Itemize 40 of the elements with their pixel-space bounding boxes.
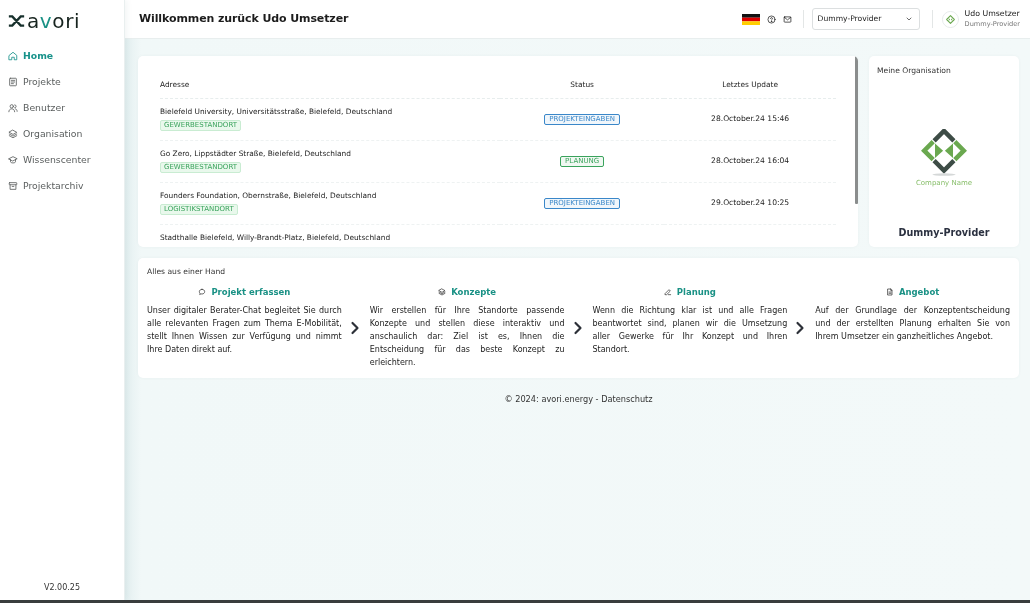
- nav-item[interactable]: Projektarchiv: [0, 173, 124, 199]
- step-title: Planung: [676, 285, 716, 299]
- organization-name: Dummy-Provider: [897, 227, 991, 239]
- german-flag-icon[interactable]: [741, 13, 760, 25]
- step-title: Projekt erfassen: [211, 285, 291, 299]
- document-icon: [885, 288, 894, 296]
- home-icon: [8, 51, 18, 61]
- layers-icon: [438, 288, 447, 296]
- nav-item[interactable]: Home: [0, 43, 124, 69]
- mail-icon[interactable]: [782, 14, 792, 24]
- company-logo-icon[interactable]: [941, 10, 959, 28]
- layers-icon: [8, 129, 18, 139]
- scrollbar-thumb[interactable]: [855, 56, 858, 204]
- pencil-icon: [663, 288, 672, 296]
- nav-item[interactable]: Wissenscenter: [0, 147, 124, 173]
- help-icon[interactable]: [766, 14, 776, 24]
- step-title: Angebot: [898, 285, 940, 299]
- step-title: Konzepte: [451, 285, 497, 299]
- page-title: Willkommen zurück Udo Umsetzer: [139, 12, 349, 26]
- nav-item[interactable]: Organisation: [0, 121, 124, 147]
- speech-bubble-icon: [198, 288, 207, 296]
- chevron-right-icon: [572, 320, 583, 335]
- chevron-down-icon: [904, 15, 913, 23]
- document-icon: [8, 77, 18, 87]
- logo-mark-icon: [8, 15, 25, 27]
- graduation-cap-icon: [8, 155, 18, 165]
- step-description: Unser digitaler Berater-Chat begleitet Sie durch alle relevanten Fragen zum Thema E-Mobilität, stellt Ihnen Wissen zur Verfügung und nimmt Ihre Daten direkt auf.: [147, 305, 342, 356]
- chevron-right-icon: [795, 320, 806, 335]
- archive-box-icon: [8, 181, 18, 191]
- footer-text: © 2024: avori.energy - Datenschutz: [503, 393, 654, 406]
- logo-text: avori: [27, 10, 81, 32]
- version-text: V2.00.25: [44, 583, 80, 594]
- users-icon: [8, 103, 18, 113]
- nav-item[interactable]: Projekte: [0, 69, 124, 95]
- step-description: Wir erstellen für Ihre Standorte passende Konzepte und stellen diese interaktiv und anschaulich dar: Ziel ist es, Ihnen die Entscheidung für das beste Konzept zu erleichtern.: [369, 305, 565, 369]
- nav-item[interactable]: Benutzer: [0, 95, 124, 121]
- step-description: Auf der Grundlage der Konzeptentscheidung und der erstellten Planung erhalten Sie von Ihrem Umsetzer ein ganzheitliches Angebot.: [815, 305, 1010, 343]
- chevron-right-icon: [349, 320, 360, 335]
- privacy-link[interactable]: Datenschutz: [601, 394, 653, 404]
- step-description: Wenn die Richtung klar ist und alle Fragen beantwortet sind, planen wir die Umsetzung aller Gewerke für Ihr Konzept und Ihren Standort.: [592, 305, 788, 356]
